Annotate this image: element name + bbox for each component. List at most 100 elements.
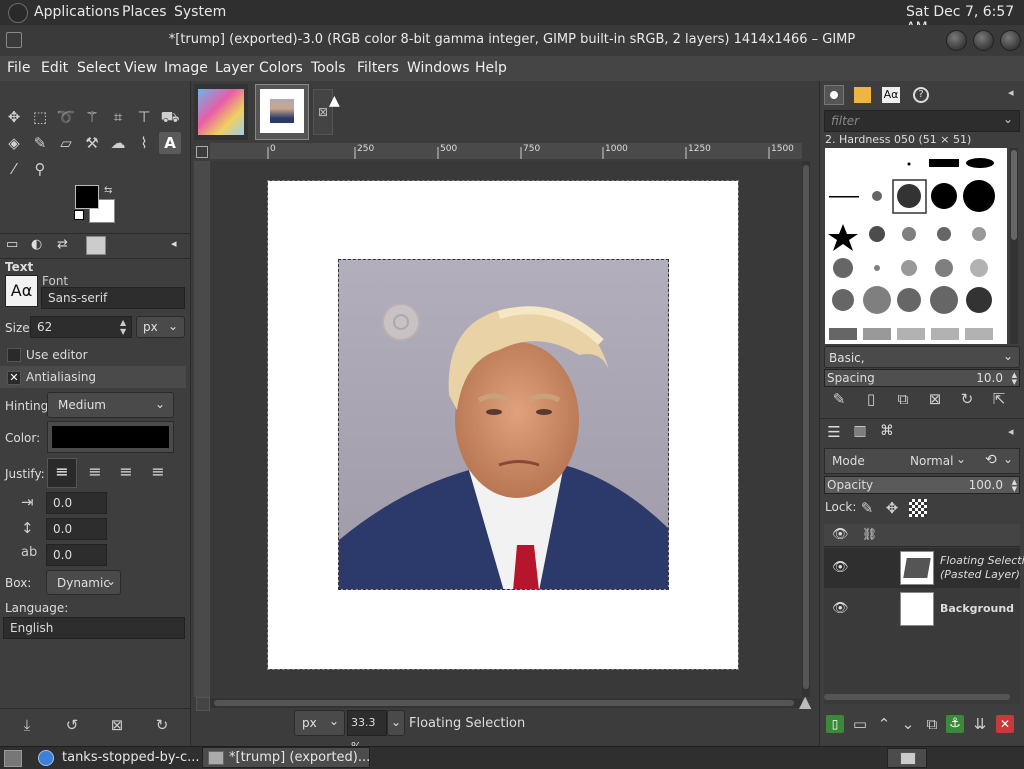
menu-filters[interactable]: Filters <box>357 60 399 76</box>
menu-layer[interactable]: Layer <box>215 60 254 76</box>
move-tool-icon[interactable]: ✥ <box>3 106 25 128</box>
image-tab-trump[interactable] <box>255 84 309 140</box>
image-tab-tanks[interactable] <box>194 84 248 140</box>
opacity-slider[interactable]: Opacity 100.0 ▲ ▼ <box>824 476 1020 494</box>
text-tool-icon[interactable]: A <box>159 132 181 154</box>
rect-select-tool-icon[interactable]: ⬚ <box>29 106 51 128</box>
lock-position-icon[interactable]: ✥ <box>881 497 903 519</box>
menu-view[interactable]: View <box>124 60 157 76</box>
line-spacing-input[interactable]: 0.0 <box>46 518 107 540</box>
duplicate-brush-icon[interactable]: ⧉ <box>892 388 914 410</box>
clone-tool-icon[interactable]: ⚒ <box>81 132 103 154</box>
brush-grid-scrollbar[interactable] <box>1010 148 1018 344</box>
navigate-icon[interactable]: ▲ <box>799 692 811 711</box>
brush-grid[interactable] <box>825 148 1007 344</box>
merge-layer-icon[interactable]: ⇊ <box>969 713 991 735</box>
paths-tab-icon[interactable]: ⌘ <box>877 423 897 443</box>
paths-tool-icon[interactable]: ⌇ <box>133 132 155 154</box>
antialiasing-checkbox[interactable]: ✕ <box>7 371 21 385</box>
chevron-down-icon[interactable]: ⌄ <box>1003 112 1013 126</box>
justify-center-button[interactable]: ≡ <box>111 458 141 488</box>
swap-colors-icon[interactable]: ⇆ <box>104 185 112 196</box>
workspace-switcher[interactable] <box>887 748 927 768</box>
bucket-fill-tool-icon[interactable]: ◈ <box>3 132 25 154</box>
mode-switch-icon[interactable]: ⟲ <box>985 452 997 468</box>
color-picker-tool-icon[interactable]: ⁄ <box>3 158 25 180</box>
chevron-down-icon[interactable]: ⌄ <box>956 452 966 466</box>
layer-row-background[interactable]: 👁 Background <box>824 589 1020 629</box>
opacity-stepper-icon[interactable]: ▲ ▼ <box>1012 479 1017 493</box>
fonts-tab-icon[interactable]: Aα <box>882 87 900 103</box>
delete-layer-icon[interactable]: ✕ <box>996 715 1014 733</box>
zoom-input[interactable]: 33.3 % <box>347 710 387 753</box>
justify-left-button[interactable]: ≡ <box>47 458 77 488</box>
save-tool-preset-icon[interactable]: ⤓ <box>16 714 38 736</box>
smudge-tool-icon[interactable]: ☁ <box>107 132 129 154</box>
raise-layer-icon[interactable]: ⌃ <box>873 713 895 735</box>
patterns-tab-icon[interactable] <box>854 87 871 103</box>
vertical-ruler[interactable] <box>194 161 210 697</box>
size-unit-select[interactable]: px ⌄ <box>136 316 185 338</box>
menu-applications[interactable]: Applications <box>34 4 120 20</box>
quick-mask-toggle[interactable] <box>196 697 210 711</box>
menu-windows[interactable]: Windows <box>407 60 470 76</box>
hinting-select[interactable]: Medium ⌄ <box>47 392 174 418</box>
canvas-viewport[interactable] <box>210 161 802 697</box>
delete-tool-preset-icon[interactable]: ⊠ <box>106 714 128 736</box>
horizontal-scrollbar[interactable] <box>210 698 802 708</box>
channels-tab-icon[interactable]: ▥ <box>850 423 870 443</box>
language-input[interactable]: English <box>3 617 185 639</box>
duplicate-layer-icon[interactable]: ⧉ <box>921 713 943 735</box>
lock-pixels-icon[interactable]: ✎ <box>856 497 878 519</box>
brushes-tab-icon[interactable] <box>824 85 844 105</box>
menu-colors[interactable]: Colors <box>259 60 303 76</box>
new-brush-icon[interactable]: ▯ <box>860 388 882 410</box>
zoom-tool-icon[interactable]: ⚲ <box>29 158 51 180</box>
menu-image[interactable]: Image <box>164 60 208 76</box>
edit-brush-icon[interactable]: ✎ <box>828 388 850 410</box>
delete-brush-icon[interactable]: ⊠ <box>924 388 946 410</box>
zoom-dropdown-button[interactable]: ⌄ <box>387 710 405 736</box>
device-status-tab-icon[interactable]: ◐ <box>31 237 42 252</box>
paintbrush-tool-icon[interactable]: ✎ <box>29 132 51 154</box>
brush-preset-select[interactable]: Basic, ⌄ <box>824 346 1020 368</box>
taskbar-item-gimp[interactable]: *[trump] (exported)... <box>202 747 370 768</box>
new-layer-group-icon[interactable]: ▭ <box>849 713 871 735</box>
lock-alpha-icon[interactable] <box>909 499 927 517</box>
undo-history-tab-icon[interactable]: ⇄ <box>57 237 68 252</box>
foreground-color-swatch[interactable] <box>75 185 99 209</box>
warp-tool-icon[interactable]: ⛟ <box>159 106 181 128</box>
font-input[interactable]: Sans-serif <box>41 287 185 309</box>
visibility-eye-icon[interactable]: 👁 <box>832 601 849 616</box>
box-select[interactable]: Dynamic ⌄ <box>46 570 121 595</box>
default-colors-icon[interactable] <box>74 210 84 220</box>
close-window-button[interactable] <box>1000 30 1021 51</box>
dock-menu-icon[interactable]: ◂ <box>1008 86 1014 99</box>
use-editor-checkbox[interactable] <box>7 348 21 362</box>
brush-filter-input[interactable]: filter <box>824 110 1020 132</box>
quick-mask-corner-icon[interactable] <box>196 146 208 158</box>
font-preview-icon[interactable]: Aα <box>5 275 38 307</box>
window-titlebar[interactable]: *[trump] (exported)-3.0 (RGB color 8-bit… <box>0 25 1024 55</box>
layers-tab-icon[interactable]: ☰ <box>824 423 844 443</box>
menu-system[interactable]: System <box>174 4 226 20</box>
menu-help[interactable]: Help <box>475 60 507 76</box>
menu-select[interactable]: Select <box>77 60 120 76</box>
lower-layer-icon[interactable]: ⌄ <box>897 713 919 735</box>
horizontal-scroll-thumb[interactable] <box>214 700 794 706</box>
tool-options-tab-icon[interactable]: ▭ <box>6 237 18 252</box>
dock-menu-icon[interactable]: ◂ <box>171 237 177 250</box>
dock-menu-icon[interactable]: ◂ <box>1008 425 1014 438</box>
taskbar-item-tanks[interactable]: tanks-stopped-by-c... <box>34 748 200 768</box>
justify-right-button[interactable]: ≡ <box>80 458 110 488</box>
menu-tools[interactable]: Tools <box>311 60 346 76</box>
vertical-scrollbar[interactable] <box>802 161 810 697</box>
menu-file[interactable]: File <box>7 60 30 76</box>
indent-input[interactable]: 0.0 <box>46 492 107 514</box>
show-desktop-icon[interactable] <box>4 750 22 767</box>
spacing-stepper-icon[interactable]: ▲ ▼ <box>1012 372 1017 386</box>
maximize-button[interactable] <box>973 30 994 51</box>
visibility-eye-icon[interactable]: 👁 <box>832 560 849 575</box>
vertical-scroll-thumb[interactable] <box>803 165 809 689</box>
distro-logo-icon[interactable] <box>8 3 28 23</box>
